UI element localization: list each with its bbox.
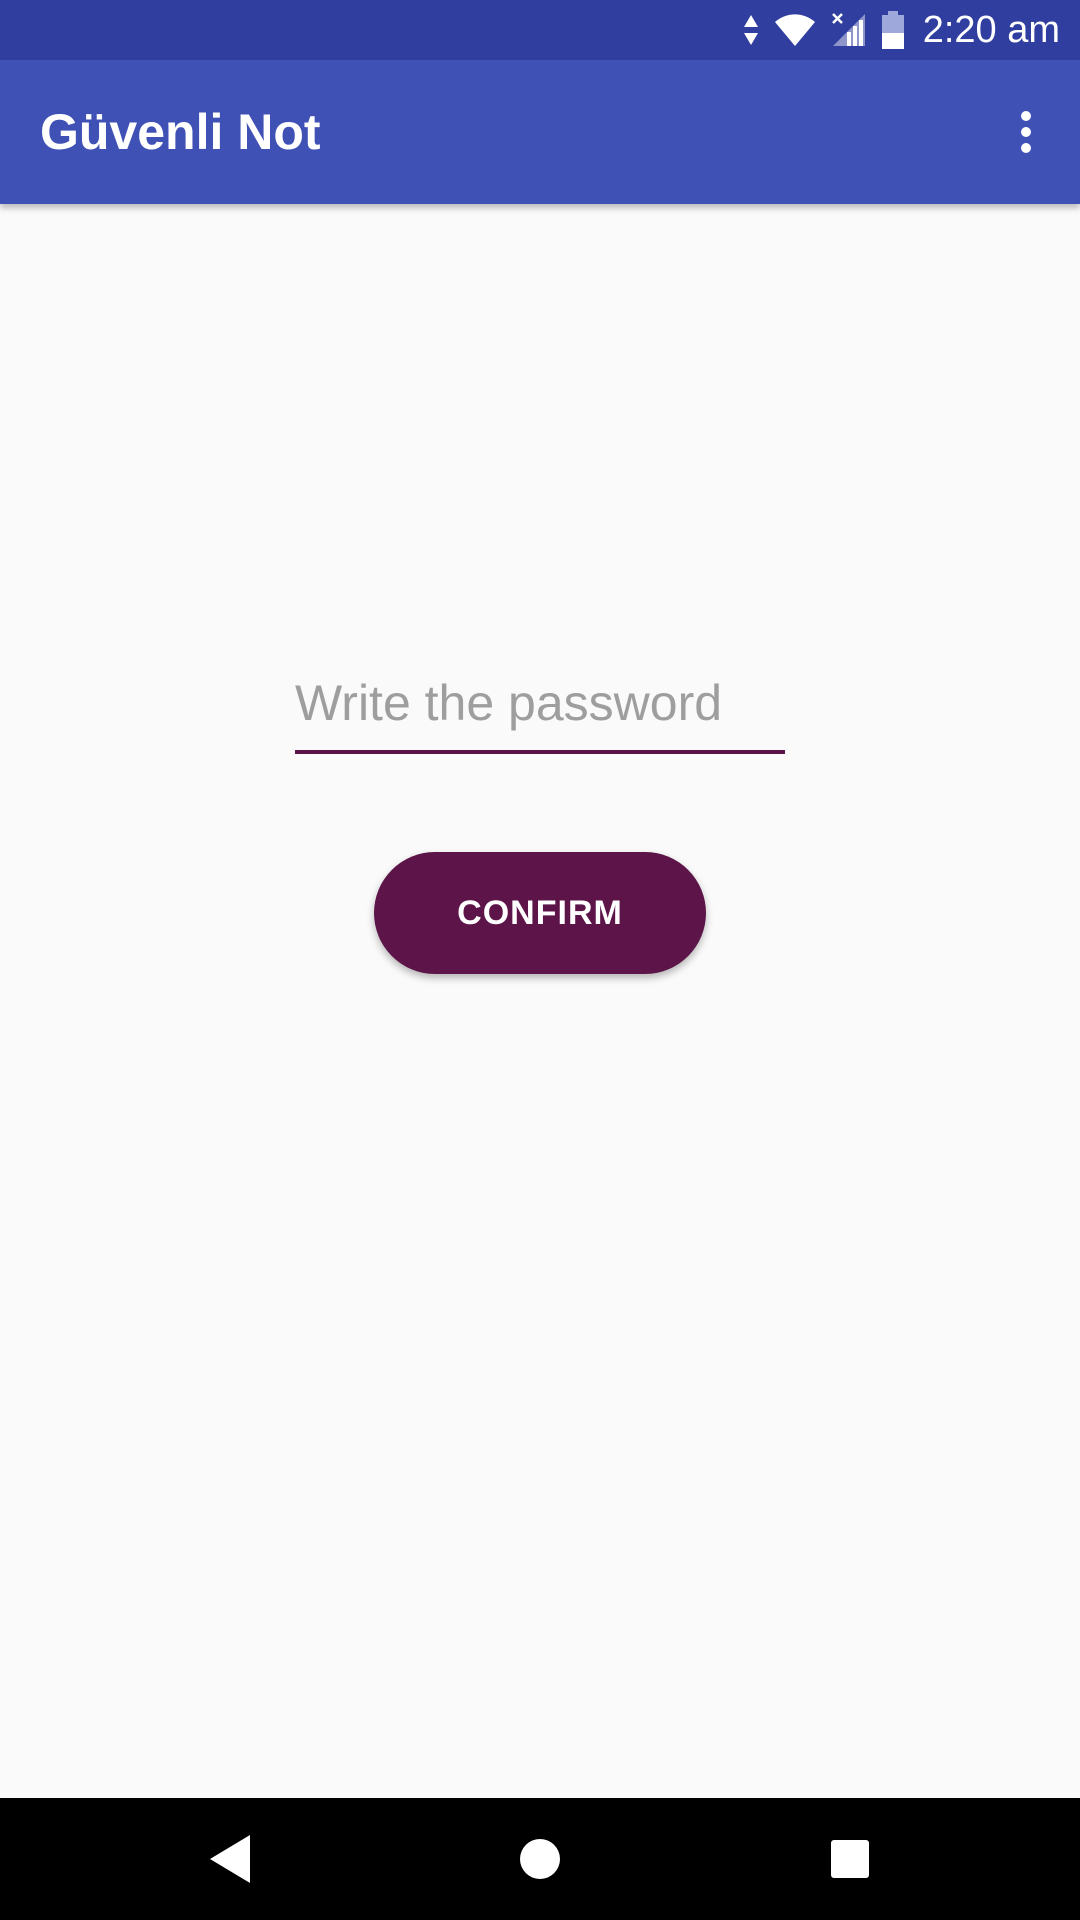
content-area: CONFIRM (0, 204, 1080, 1798)
back-button[interactable] (160, 1798, 300, 1920)
back-icon (210, 1835, 250, 1883)
wifi-icon (773, 12, 817, 48)
overflow-menu-icon (1021, 111, 1031, 153)
status-time: 2:20 am (922, 8, 1060, 51)
home-icon (520, 1839, 560, 1879)
overflow-menu-button[interactable] (996, 102, 1056, 162)
recents-button[interactable] (780, 1798, 920, 1920)
navigation-bar (0, 1798, 1080, 1920)
password-input[interactable] (295, 664, 785, 754)
status-icons: 2:20 am (743, 0, 1060, 60)
app-title: Güvenli Not (40, 104, 321, 160)
cell-signal-no-data-icon (831, 12, 867, 48)
confirm-button[interactable]: CONFIRM (374, 852, 706, 974)
app-bar: Güvenli Not (0, 60, 1080, 204)
data-activity-icon (743, 13, 759, 47)
recents-icon (831, 1840, 869, 1878)
screen: 2:20 am Güvenli Not CONFIRM (0, 0, 1080, 1920)
status-bar: 2:20 am (0, 0, 1080, 60)
battery-icon (881, 11, 905, 49)
home-button[interactable] (470, 1798, 610, 1920)
